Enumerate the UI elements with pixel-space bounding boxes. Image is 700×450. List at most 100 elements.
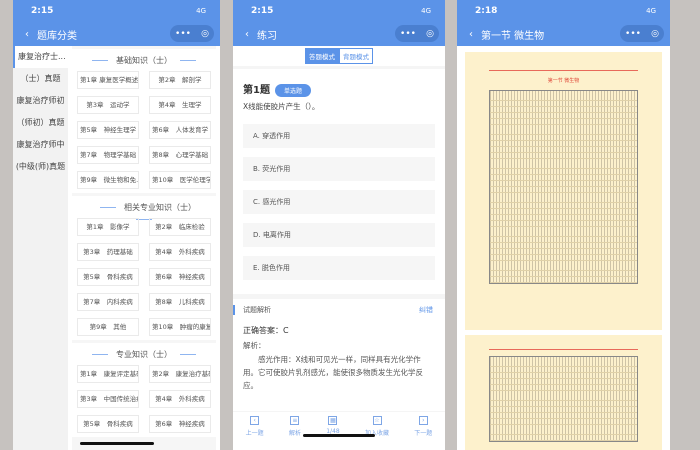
chapter-button[interactable]: 第8章 心理学基础	[149, 146, 211, 164]
chapter-grid: 第1章 影像学 第2章 临床检验 第3章 药理基础 第4章 外科疾病 第5章 骨科疾病第…	[77, 218, 211, 336]
mini-program-capsule[interactable]: ••• ◎	[395, 25, 439, 42]
more-icon[interactable]: •••	[175, 29, 191, 39]
divider	[92, 60, 108, 61]
back-icon[interactable]: ‹	[245, 29, 249, 40]
sidebar-item[interactable]: 康复治疗士...	[13, 46, 68, 68]
nav-bar: ‹ 第一节 微生物 ••• ◎	[457, 22, 670, 46]
toolbar-button-prev[interactable]: ‹ 上一题	[246, 416, 264, 450]
sidebar-item[interactable]: 康复治疗师中	[13, 134, 68, 156]
back-icon[interactable]: ‹	[25, 29, 29, 40]
section-card: 相关专业知识（士） 第1章 影像学 第2章 临床检验 第3章 药理基础 第4章 外科疾病…	[72, 196, 216, 340]
chapter-button[interactable]: 第6章 神经疾病	[149, 268, 211, 286]
document-row	[490, 391, 637, 401]
mode-toggle: 答题模式 背题模式	[233, 46, 445, 66]
close-target-icon[interactable]: ◎	[201, 29, 209, 39]
chapter-button[interactable]: 第4章 外科疾病	[149, 390, 211, 408]
home-indicator	[303, 434, 375, 437]
document-row	[490, 435, 637, 441]
answer-option[interactable]: B. 荧光作用	[243, 156, 435, 181]
chapter-button[interactable]: 第5章 骨科疾病	[77, 268, 139, 286]
page-title: 题库分类	[37, 30, 77, 42]
bottom-toolbar: ‹ 上一题 ≡ 解析 ▦ 1/48 ☆ 加入收藏 › 下一题	[233, 412, 445, 450]
chapter-button[interactable]: 第6章 神经疾病	[149, 415, 211, 433]
page-title: 第一节 微生物	[481, 30, 545, 42]
chapter-button[interactable]: 第4章 生理学	[149, 96, 211, 114]
nav-bar: ‹ 题库分类 ••• ◎	[13, 22, 220, 46]
answer-option[interactable]: A. 穿透作用	[243, 123, 435, 148]
status-bar: 2:18 4G	[457, 0, 670, 22]
chapter-button[interactable]: 第5章 骨科疾病	[77, 415, 139, 433]
chapter-button[interactable]: 第2章 临床检验	[149, 218, 211, 236]
toolbar-button-analysis[interactable]: ≡ 解析	[289, 416, 301, 450]
tab-recite-mode[interactable]: 背题模式	[339, 48, 373, 64]
toolbar-label: 解析	[288, 430, 301, 437]
toolbar-button-favorite[interactable]: ☆ 加入收藏	[365, 416, 389, 450]
document-row	[490, 425, 637, 435]
chapter-button[interactable]: 第1章 康复医学概述	[77, 71, 139, 89]
divider	[489, 70, 638, 71]
toolbar-button-next[interactable]: › 下一题	[414, 416, 432, 450]
back-icon[interactable]: ‹	[469, 29, 473, 40]
chapter-button[interactable]: 第3章 中国传统治疗	[77, 390, 139, 408]
report-error-link[interactable]: 纠错	[419, 305, 433, 315]
section-title-text: 专业知识（士）	[116, 350, 172, 359]
section-title: 相关专业知识（士）	[77, 202, 211, 220]
sidebar-item[interactable]: (中级(师)真题	[13, 156, 68, 178]
chapter-button[interactable]: 第5章 神经生理学	[77, 121, 139, 139]
more-icon[interactable]: •••	[400, 29, 416, 39]
chapter-button[interactable]: 第10章 医学伦理学	[149, 171, 211, 189]
answer-option[interactable]: C. 感光作用	[243, 189, 435, 214]
analysis-title: 试题解析	[233, 305, 435, 315]
chapter-button[interactable]: 第2章 解剖学	[149, 71, 211, 89]
document-row	[490, 91, 637, 101]
mini-program-capsule[interactable]: ••• ◎	[170, 25, 214, 42]
tab-answer-mode[interactable]: 答题模式	[305, 48, 339, 64]
analysis-label: 解析：	[243, 341, 266, 350]
document-table	[489, 356, 638, 442]
chapter-button[interactable]: 第10章 肿瘤的康复	[149, 318, 211, 336]
close-target-icon[interactable]: ◎	[651, 29, 659, 39]
sidebar-item[interactable]: （士）真题	[13, 68, 68, 90]
question-type-badge: 单选题	[274, 83, 311, 97]
nav-bar: ‹ 练习 ••• ◎	[233, 22, 445, 46]
section-title-text: 相关专业知识（士）	[124, 203, 196, 212]
favorite-icon: ☆	[372, 416, 382, 425]
chapter-button[interactable]: 第8章 儿科疾病	[149, 293, 211, 311]
document-page-2	[465, 335, 662, 450]
chapter-button[interactable]: 第7章 物理学基础	[77, 146, 139, 164]
answer-option[interactable]: E. 脱色作用	[243, 255, 435, 280]
answer-sheet-icon: ▦	[328, 416, 338, 425]
document-row	[490, 261, 637, 271]
chapter-button[interactable]: 第3章 药理基础	[77, 243, 139, 261]
chapter-button[interactable]: 第7章 内科疾病	[77, 293, 139, 311]
chapter-button[interactable]: 第6章 人体发育学	[149, 121, 211, 139]
divider	[180, 354, 196, 355]
more-icon[interactable]: •••	[625, 29, 641, 39]
document-page-1: 第一节 微生物	[465, 52, 662, 330]
chapter-button[interactable]: 第9章 微生物和免...	[77, 171, 139, 189]
section-title: 专业知识（士）	[77, 349, 211, 361]
chapter-button[interactable]: 第1章 康复评定基础	[77, 365, 139, 383]
phone-question-bank-categories: 2:15 4G ‹ 题库分类 ••• ◎ 康复治疗士... （士）真题 康复治疗师初 （师初）…	[13, 0, 220, 450]
question-card: 第1题 单选题 X线能使胶片产生（）。 A. 穿透作用 B. 荧光作用 C. 感光作用…	[233, 69, 445, 294]
analysis-panel: 试题解析 纠错 正确答案：C 解析： 感光作用：X线和可见光一样，同样具有光化学…	[233, 299, 445, 411]
question-number: 第1题 单选题	[243, 81, 435, 97]
chapter-button[interactable]: 第2章 康复治疗基础	[149, 365, 211, 383]
home-indicator	[80, 442, 154, 445]
sidebar-item[interactable]: （师初）真题	[13, 112, 68, 134]
status-bar: 2:15 4G	[233, 0, 445, 22]
chapter-button[interactable]: 第4章 外科疾病	[149, 243, 211, 261]
status-time: 2:15	[31, 6, 54, 16]
chapter-button[interactable]: 第9章 其他	[77, 318, 139, 336]
signal-indicator: 4G	[646, 7, 656, 15]
divider	[100, 207, 116, 208]
toolbar-button-answer-sheet[interactable]: ▦ 1/48	[326, 416, 340, 450]
chapter-button[interactable]: 第1章 影像学	[77, 218, 139, 236]
sidebar-item[interactable]: 康复治疗师初	[13, 90, 68, 112]
answer-option[interactable]: D. 电离作用	[243, 222, 435, 247]
chapter-button[interactable]: 第3章 运动学	[77, 96, 139, 114]
mini-program-capsule[interactable]: ••• ◎	[620, 25, 664, 42]
close-target-icon[interactable]: ◎	[426, 29, 434, 39]
question-text: X线能使胶片产生（）。	[243, 101, 320, 111]
signal-indicator: 4G	[421, 7, 431, 15]
